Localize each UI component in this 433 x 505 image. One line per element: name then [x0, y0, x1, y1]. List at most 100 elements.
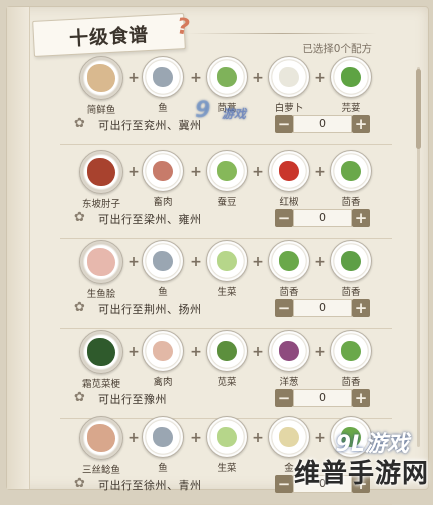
- ingredient-food-icon: [217, 67, 237, 87]
- page-title: 十级食谱: [32, 13, 186, 57]
- minus-button[interactable]: −: [275, 389, 293, 407]
- flower-icon: ✿: [74, 300, 85, 315]
- flower-icon: ✿: [74, 116, 85, 131]
- recipe-row[interactable]: 东坡肘子 + 畜肉 + 蚕豆 + 红椒 + 茴香 ✿ 可出行至梁州、雍州 −0 +: [60, 150, 392, 239]
- dish-item[interactable]: 生鱼脍: [76, 240, 126, 300]
- ingredient-name: 红椒: [279, 197, 299, 208]
- ingredient-item[interactable]: 畜肉: [138, 150, 188, 208]
- ingredient-item[interactable]: 禽肉: [138, 330, 188, 388]
- ingredient-plate-icon: [206, 330, 248, 372]
- minus-button[interactable]: −: [275, 209, 293, 227]
- dish-item[interactable]: 霜苋菜梗: [76, 330, 126, 390]
- plus-button[interactable]: +: [352, 389, 370, 407]
- plus-sign-icon: +: [314, 430, 326, 446]
- watermark-text: 游戏: [222, 107, 247, 121]
- scrollbar-thumb[interactable]: [416, 69, 421, 149]
- quantity-field[interactable]: 0: [293, 115, 352, 133]
- ingredient-food-icon: [153, 67, 173, 87]
- ingredient-food-icon: [341, 161, 361, 181]
- recipe-row[interactable]: 生鱼脍 + 鱼 + 生菜 + 茴香 + 茴香 ✿ 可出行至荆州、扬州 −0 +: [60, 240, 392, 329]
- ingredient-row: 生鱼脍 + 鱼 + 生菜 + 茴香 + 茴香: [76, 240, 396, 300]
- destination-text: 可出行至兖州、冀州: [98, 119, 202, 132]
- plus-sign-icon: +: [190, 344, 202, 360]
- ingredient-food-icon: [217, 341, 237, 361]
- ingredient-food-icon: [153, 341, 173, 361]
- selected-count-text: 已选择0个配方: [302, 43, 372, 55]
- ingredient-name: 茴香: [341, 287, 361, 298]
- ingredient-plate-icon: [268, 416, 310, 458]
- plus-sign-icon: +: [252, 70, 264, 86]
- dish-item[interactable]: 东坡肘子: [76, 150, 126, 210]
- ingredient-item[interactable]: 茴香: [264, 240, 314, 298]
- ingredient-name: 畜肉: [153, 197, 173, 208]
- ingredient-item[interactable]: 苋菜: [202, 330, 252, 388]
- ingredient-item[interactable]: 鱼: [138, 416, 188, 474]
- quantity-field[interactable]: 0: [293, 299, 352, 317]
- ingredient-item[interactable]: 白萝卜: [264, 56, 314, 114]
- recipe-row[interactable]: 简鲜鱼 + 鱼 + 茼蒿 + 白萝卜 + 芫荽 ✿ 可出行至兖州、冀州 −0 +: [60, 56, 392, 145]
- destination-text: 可出行至梁州、雍州: [98, 213, 202, 226]
- dish-plate-icon: [79, 56, 123, 100]
- ingredient-item[interactable]: 茴香: [326, 150, 376, 208]
- ingredient-item[interactable]: 蚕豆: [202, 150, 252, 208]
- ingredient-name: 鱼: [158, 463, 168, 474]
- ingredient-plate-icon: [206, 150, 248, 192]
- plus-sign-icon: +: [252, 344, 264, 360]
- quantity-field[interactable]: 0: [293, 209, 352, 227]
- ingredient-item[interactable]: 生菜: [202, 240, 252, 298]
- recipe-footer: ✿ 可出行至梁州、雍州 −0 +: [60, 208, 392, 230]
- destination-text: 可出行至荆州、扬州: [98, 303, 202, 316]
- book-spine: [7, 7, 30, 489]
- ingredient-plate-icon: [330, 330, 372, 372]
- ingredient-item[interactable]: 生菜: [202, 416, 252, 474]
- minus-button[interactable]: −: [275, 299, 293, 317]
- ingredient-item[interactable]: 茴香: [326, 330, 376, 388]
- ingredient-food-icon: [279, 251, 299, 271]
- dish-item[interactable]: 三丝鲶鱼: [76, 416, 126, 476]
- ingredient-plate-icon: [268, 150, 310, 192]
- ingredient-plate-icon: [268, 56, 310, 98]
- minus-button[interactable]: −: [275, 115, 293, 133]
- watermark-logo: 9: [195, 98, 211, 123]
- ingredient-food-icon: [279, 161, 299, 181]
- quantity-field[interactable]: 0: [293, 389, 352, 407]
- ingredient-item[interactable]: 茴香: [326, 240, 376, 298]
- plus-sign-icon: +: [190, 254, 202, 270]
- ingredient-food-icon: [153, 251, 173, 271]
- ingredient-item[interactable]: 鱼: [138, 56, 188, 114]
- ingredient-item[interactable]: 鱼: [138, 240, 188, 298]
- ingredient-plate-icon: [206, 416, 248, 458]
- ingredient-name: 茴香: [341, 377, 361, 388]
- ingredient-name: 生菜: [217, 287, 237, 298]
- plus-sign-icon: +: [314, 70, 326, 86]
- ingredient-item[interactable]: 红椒: [264, 150, 314, 208]
- plus-sign-icon: +: [190, 70, 202, 86]
- destination-text: 可出行至豫州: [98, 393, 167, 406]
- ingredient-item[interactable]: 洋葱: [264, 330, 314, 388]
- recipe-footer: ✿ 可出行至荆州、扬州 −0 +: [60, 298, 392, 320]
- ingredient-name: 生菜: [217, 463, 237, 474]
- flower-icon: ✿: [74, 476, 85, 491]
- plus-button[interactable]: +: [352, 115, 370, 133]
- dish-plate-icon: [79, 150, 123, 194]
- plus-sign-icon: +: [314, 164, 326, 180]
- ingredient-plate-icon: [142, 416, 184, 458]
- flower-icon: ✿: [74, 210, 85, 225]
- dish-food-icon: [87, 338, 115, 366]
- dish-item[interactable]: 简鲜鱼: [76, 56, 126, 116]
- ingredient-food-icon: [341, 67, 361, 87]
- plus-button[interactable]: +: [352, 209, 370, 227]
- ingredient-food-icon: [153, 161, 173, 181]
- plus-sign-icon: +: [252, 430, 264, 446]
- ingredient-row: 简鲜鱼 + 鱼 + 茼蒿 + 白萝卜 + 芫荽: [76, 56, 396, 116]
- ingredient-item[interactable]: 芫荽: [326, 56, 376, 114]
- dish-food-icon: [87, 424, 115, 452]
- plus-sign-icon: +: [190, 164, 202, 180]
- recipe-row[interactable]: 霜苋菜梗 + 禽肉 + 苋菜 + 洋葱 + 茴香 ✿ 可出行至豫州 −0 +: [60, 330, 392, 419]
- plus-sign-icon: +: [314, 344, 326, 360]
- minus-button[interactable]: −: [275, 475, 293, 493]
- plus-button[interactable]: +: [352, 299, 370, 317]
- dish-plate-icon: [79, 416, 123, 460]
- ingredient-food-icon: [279, 427, 299, 447]
- ingredient-plate-icon: [206, 56, 248, 98]
